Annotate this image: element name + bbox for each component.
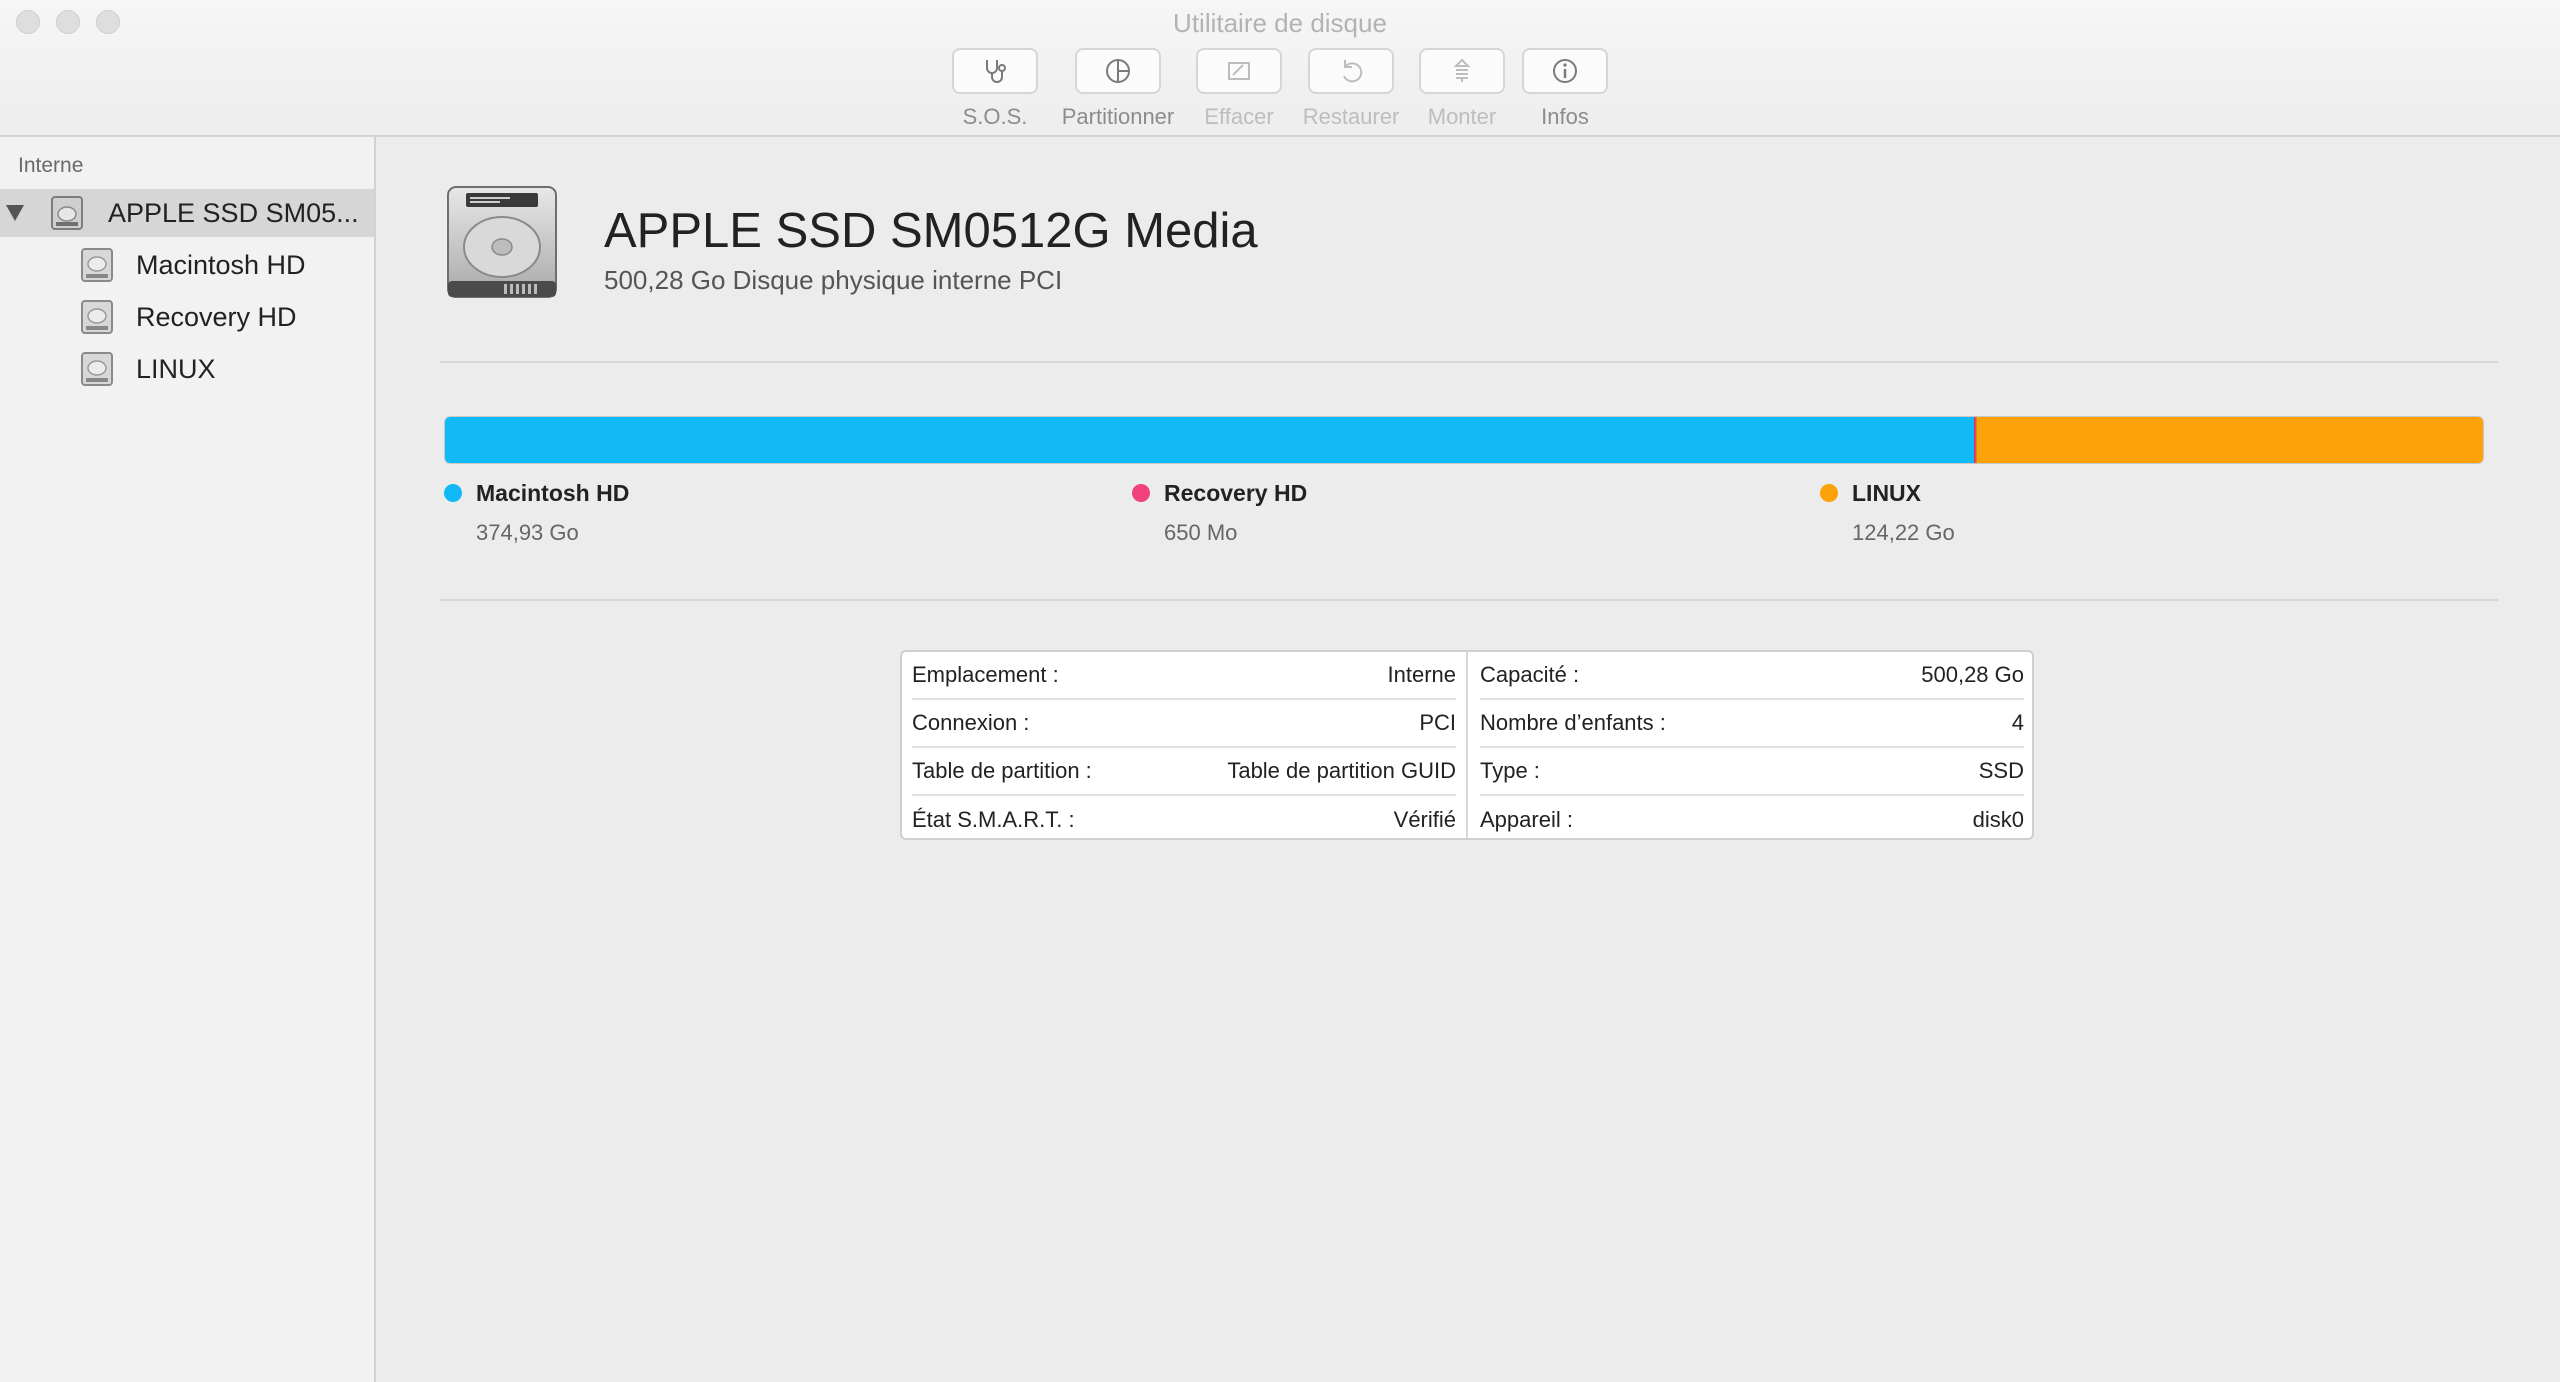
info-value: SSD: [1978, 758, 2024, 783]
erase-icon: [1228, 62, 1250, 80]
info-label: Nombre d’enfants :: [1480, 710, 1666, 735]
toolbar-sos-label: S.O.S.: [962, 104, 1028, 129]
info-column-right: Capacité : 500,28 Go Nombre d’enfants : …: [1470, 652, 2034, 838]
info-label: Emplacement :: [912, 662, 1059, 687]
toolbar-erase-button[interactable]: Effacer: [1174, 48, 1304, 130]
legend-color-dot: [1820, 484, 1838, 502]
toolbar: S.O.S. Partitionner Effacer Restaurer Mo…: [0, 48, 2560, 132]
partition-segment-linux[interactable]: [1976, 417, 2483, 463]
sidebar: Interne APPLE SSD SM05... Macintosh HD R…: [0, 137, 376, 1382]
sidebar-item-label: Macintosh HD: [136, 249, 306, 280]
legend-name: Macintosh HD: [476, 480, 630, 506]
toolbar-erase-label: Effacer: [1204, 104, 1274, 129]
section-divider: [440, 599, 2498, 601]
info-label: Capacité :: [1480, 662, 1580, 687]
info-value: Interne: [1387, 662, 1457, 687]
toolbar-info-button[interactable]: Infos: [1500, 48, 1630, 130]
sidebar-item-apple-ssd[interactable]: APPLE SSD SM05...: [0, 189, 374, 237]
title-bar: Utilitaire de disque S.O.S. Partitionner: [0, 0, 2560, 137]
toolbar-partition-label: Partitionner: [1061, 104, 1175, 129]
mount-icon: [1453, 58, 1471, 82]
info-icon: [1553, 59, 1577, 83]
info-row-device: Appareil : disk0: [1480, 796, 2024, 844]
internal-drive-icon: [447, 186, 557, 298]
disk-title: APPLE SSD SM0512G Media: [604, 204, 1258, 258]
info-value: Vérifié: [1393, 807, 1456, 832]
info-label: Type :: [1480, 758, 1540, 783]
info-label: Table de partition :: [912, 758, 1092, 783]
disk-info-table: Emplacement : Interne Connexion : PCI Ta…: [900, 650, 2034, 840]
info-value: 500,28 Go: [1921, 662, 2024, 687]
info-value: PCI: [1419, 710, 1456, 735]
info-value: Table de partition GUID: [1227, 758, 1456, 783]
volume-icon: [81, 300, 113, 334]
legend-size: 650 Mo: [1164, 520, 1238, 545]
disclosure-triangle-icon[interactable]: [6, 205, 24, 221]
window-title: Utilitaire de disque: [1173, 8, 1387, 38]
info-row-type: Type : SSD: [1480, 748, 2024, 796]
info-row-connection: Connexion : PCI: [912, 700, 1456, 748]
stethoscope-icon: [986, 60, 1006, 83]
toolbar-sos-button[interactable]: S.O.S.: [930, 48, 1060, 130]
main-panel: APPLE SSD SM0512G Media 500,28 Go Disque…: [378, 137, 2560, 1382]
partition-segment-macintosh-hd[interactable]: [445, 417, 1974, 463]
sidebar-item-label: LINUX: [136, 353, 216, 384]
info-value: 4: [2011, 710, 2024, 735]
partition-pie-icon: [1106, 59, 1130, 83]
header-divider: [440, 361, 2498, 363]
info-row-child-count: Nombre d’enfants : 4: [1480, 700, 2024, 748]
disk-icon: [51, 196, 83, 230]
restore-arrow-icon: [1343, 60, 1363, 83]
disk-subtitle: 500,28 Go Disque physique interne PCI: [604, 265, 1063, 295]
info-row-location: Emplacement : Interne: [912, 652, 1456, 700]
legend-color-dot: [444, 484, 462, 502]
legend-size: 124,22 Go: [1852, 520, 1955, 545]
info-row-capacity: Capacité : 500,28 Go: [1480, 652, 2024, 700]
info-label: État S.M.A.R.T. :: [912, 807, 1075, 832]
volume-icon: [81, 352, 113, 386]
legend-size: 374,93 Go: [476, 520, 579, 545]
info-label: Connexion :: [912, 710, 1030, 735]
info-column-left: Emplacement : Interne Connexion : PCI Ta…: [902, 652, 1468, 838]
legend-name: Recovery HD: [1164, 480, 1308, 506]
info-row-smart-status: État S.M.A.R.T. : Vérifié: [912, 796, 1456, 844]
legend-color-dot: [1132, 484, 1150, 502]
sidebar-item-macintosh-hd[interactable]: Macintosh HD: [0, 241, 374, 289]
sidebar-item-label: Recovery HD: [136, 301, 297, 332]
info-value: disk0: [1972, 807, 2024, 832]
volume-icon: [81, 248, 113, 282]
toolbar-info-label: Infos: [1541, 104, 1589, 129]
info-row-partition-map: Table de partition : Table de partition …: [912, 748, 1456, 796]
info-label: Appareil :: [1480, 807, 1573, 832]
sidebar-item-linux[interactable]: LINUX: [0, 345, 374, 393]
legend-name: LINUX: [1852, 480, 1921, 506]
toolbar-partition-button[interactable]: Partitionner: [1053, 48, 1183, 130]
sidebar-section-header: Interne: [18, 154, 84, 177]
sidebar-item-recovery-hd[interactable]: Recovery HD: [0, 293, 374, 341]
sidebar-item-label: APPLE SSD SM05...: [108, 197, 359, 228]
partition-usage-bar: [444, 416, 2484, 464]
